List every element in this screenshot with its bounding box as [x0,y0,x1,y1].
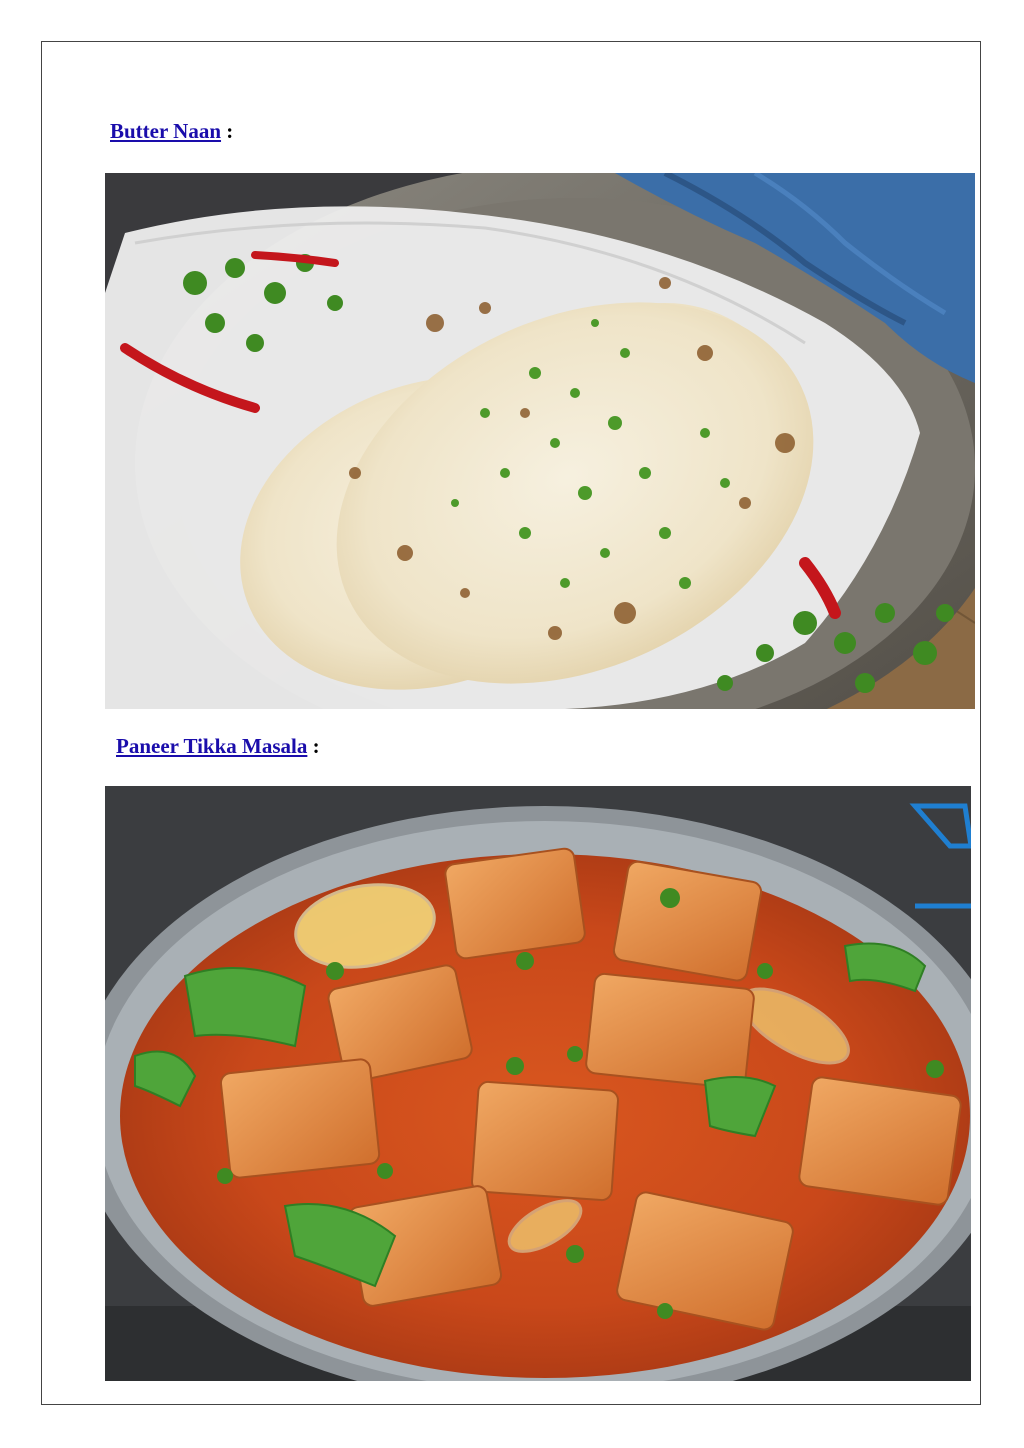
section-heading-butter-naan: Butter Naan : [110,119,233,144]
heading-colon: : [307,734,320,758]
butter-naan-link[interactable]: Butter Naan [110,119,221,143]
heading-colon: : [221,119,234,143]
paneer-tikka-masala-link[interactable]: Paneer Tikka Masala [116,734,307,758]
paneer-tikka-masala-photo [105,786,971,1381]
butter-naan-photo [105,173,975,709]
section-heading-paneer-tikka-masala: Paneer Tikka Masala : [116,734,320,759]
